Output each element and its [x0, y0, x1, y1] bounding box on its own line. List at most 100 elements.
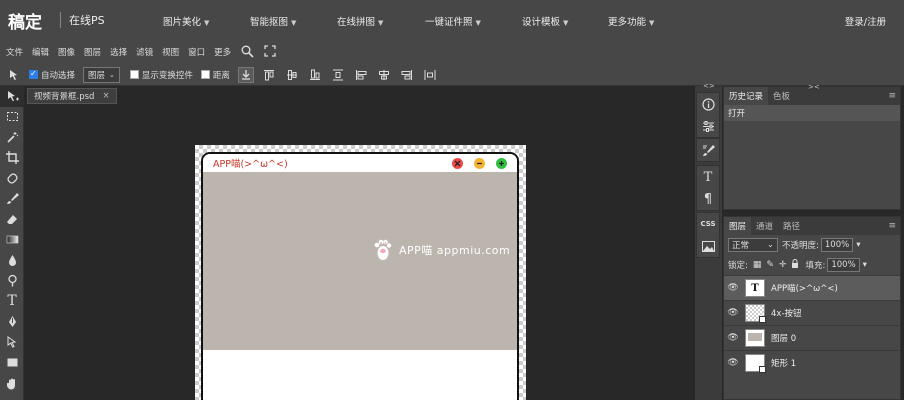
layer-row[interactable]: 👁 矩形 1: [724, 350, 900, 375]
image-icon[interactable]: [697, 235, 719, 257]
align-left-icon[interactable]: [353, 67, 369, 83]
hand-tool-icon[interactable]: [0, 373, 24, 394]
marquee-tool-icon[interactable]: [0, 107, 24, 128]
menu-view[interactable]: 视图: [162, 46, 179, 58]
brush-tool-icon[interactable]: [0, 189, 24, 210]
fullscreen-icon[interactable]: [263, 45, 277, 59]
align-right-icon[interactable]: [399, 67, 415, 83]
distribute-icon[interactable]: [330, 67, 346, 83]
collapse-icon[interactable]: ><: [808, 83, 820, 91]
eye-icon[interactable]: 👁: [724, 308, 742, 318]
menu-select[interactable]: 选择: [110, 46, 127, 58]
magic-wand-icon[interactable]: [0, 127, 24, 148]
blend-controls: 正常 ⌄ 不透明度: 100% ▾: [724, 235, 900, 255]
shape-tool-icon[interactable]: [0, 353, 24, 374]
chevron-down-icon[interactable]: ▾: [863, 260, 867, 270]
auto-select-label: 自动选择: [41, 70, 76, 81]
paragraph-icon[interactable]: ¶: [697, 188, 719, 210]
panel-menu-icon[interactable]: ≡: [888, 91, 896, 101]
history-entry[interactable]: 打开: [724, 105, 900, 121]
eye-icon[interactable]: 👁: [724, 283, 742, 293]
adjustments-icon[interactable]: [697, 115, 719, 137]
auto-select-checkbox[interactable]: [29, 69, 38, 79]
close-icon[interactable]: ×: [102, 91, 109, 101]
info-icon[interactable]: [697, 93, 719, 115]
path-select-icon[interactable]: [0, 332, 24, 353]
pen-tool-icon[interactable]: [0, 312, 24, 333]
lock-move-icon[interactable]: ✛: [779, 260, 787, 270]
character-icon[interactable]: T: [697, 166, 719, 188]
menu-layer[interactable]: 图层: [84, 46, 101, 58]
blend-mode-dropdown[interactable]: 正常 ⌄: [728, 238, 778, 252]
menu-filter[interactable]: 滤镜: [136, 46, 153, 58]
text-tool-icon[interactable]: T: [0, 291, 24, 312]
show-transform-checkbox[interactable]: [129, 70, 139, 79]
layer-thumbnail: [745, 354, 766, 373]
layer-row[interactable]: 👁 图层 0: [724, 325, 900, 350]
canvas-app-window[interactable]: APP喵(>^ω^<) APP喵 appmiu.com: [201, 152, 519, 400]
blur-tool-icon[interactable]: [0, 250, 24, 271]
login-link[interactable]: 登录/注册: [845, 14, 886, 28]
crop-tool-icon[interactable]: [0, 148, 24, 169]
eraser-tool-icon[interactable]: [0, 209, 24, 230]
lock-paint-icon[interactable]: ✎: [766, 260, 774, 270]
menu-file[interactable]: 文件: [6, 46, 23, 58]
nav-item-collage[interactable]: 在线拼图 ▼: [337, 14, 383, 28]
brush-settings-icon[interactable]: [697, 139, 719, 161]
layers-panel: 图层 通道 路径 ≡ 正常 ⌄ 不透明度: 100% ▾ 锁定: ▦ ✎ ✛ 填充…: [723, 216, 901, 400]
menu-image[interactable]: 图像: [58, 46, 75, 58]
move-tool-icon[interactable]: [0, 86, 24, 107]
download-icon[interactable]: [237, 66, 254, 83]
info-group: [696, 92, 720, 138]
nav-label: 更多功能: [608, 17, 647, 28]
layer-row[interactable]: 👁 4x-按钮: [724, 300, 900, 325]
menu-window[interactable]: 窗口: [188, 46, 205, 58]
paw-icon: [374, 239, 392, 260]
panel-menu-icon[interactable]: ≡: [888, 221, 896, 231]
healing-brush-icon[interactable]: [0, 168, 24, 189]
lock-all-icon[interactable]: [791, 259, 799, 271]
nav-item-templates[interactable]: 设计模板 ▼: [522, 14, 568, 28]
lock-transparency-icon[interactable]: ▦: [753, 260, 762, 270]
layers-panel-tabs: 图层 通道 路径 ≡: [724, 217, 900, 235]
menu-edit[interactable]: 编辑: [32, 46, 49, 58]
css-icon[interactable]: CSS: [697, 213, 719, 235]
logo[interactable]: 稿定: [8, 8, 54, 33]
dodge-tool-icon[interactable]: [0, 271, 24, 292]
layer-thumbnail: [745, 329, 765, 347]
align-hcenter-icon[interactable]: [376, 67, 392, 83]
distribute-h-icon[interactable]: [422, 67, 438, 83]
nav-item-id-photo[interactable]: 一键证件照 ▼: [425, 14, 481, 28]
tab-channels[interactable]: 通道: [751, 217, 778, 235]
layer-row[interactable]: 👁 T APP喵(>^ω^<): [724, 275, 900, 300]
tab-layers[interactable]: 图层: [724, 217, 752, 235]
chevron-down-icon: ▼: [291, 19, 297, 27]
nav-item-more[interactable]: 更多功能 ▼: [608, 14, 654, 28]
nav-item-photo-beautify[interactable]: 图片美化 ▼: [163, 14, 209, 28]
document-tab[interactable]: 视频背景框.psd ×: [27, 88, 117, 104]
align-vcenter-icon[interactable]: [284, 67, 300, 83]
tab-history[interactable]: 历史记录: [724, 87, 769, 105]
layer-thumbnail: T: [745, 279, 765, 297]
gradient-tool-icon[interactable]: [0, 230, 24, 251]
distance-checkbox[interactable]: [200, 70, 210, 79]
brush-group: [696, 138, 720, 162]
align-bottom-icon[interactable]: [307, 67, 323, 83]
fill-input[interactable]: 100%: [827, 258, 860, 272]
smart-object-badge: [759, 316, 766, 323]
distance-label: 距离: [212, 70, 230, 81]
css-group: CSS: [696, 212, 720, 258]
nav-item-smart-cutout[interactable]: 智能抠图 ▼: [250, 14, 296, 28]
collapse-icon[interactable]: <>: [703, 82, 715, 90]
eye-icon[interactable]: 👁: [724, 358, 742, 368]
opacity-input[interactable]: 100%: [820, 238, 854, 252]
menu-more[interactable]: 更多: [214, 46, 231, 58]
toolbox: T: [0, 86, 24, 400]
chevron-down-icon[interactable]: ▾: [856, 240, 860, 250]
search-icon[interactable]: [240, 45, 254, 59]
eye-icon[interactable]: 👁: [724, 333, 742, 343]
tab-paths[interactable]: 路径: [778, 217, 805, 235]
align-top-icon[interactable]: [261, 67, 277, 83]
tab-swatches[interactable]: 色板: [768, 87, 795, 105]
select-target-dropdown[interactable]: 图层 ⌄: [83, 66, 120, 83]
